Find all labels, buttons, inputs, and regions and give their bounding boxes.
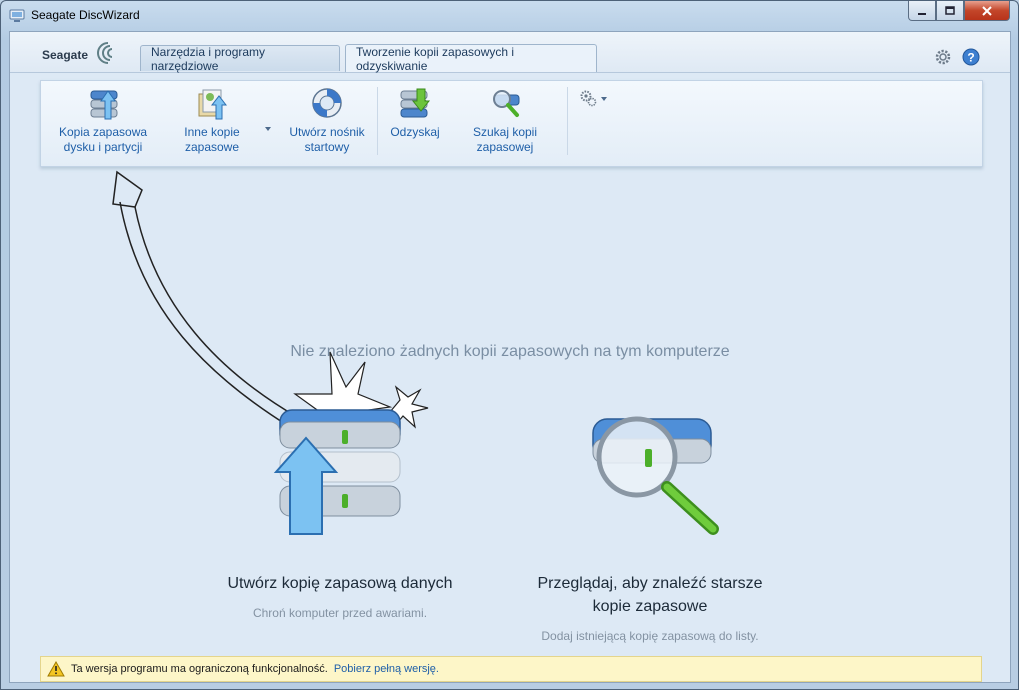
close-icon (982, 5, 992, 16)
license-warning-bar: Ta wersja programu ma ograniczoną funkcj… (40, 656, 982, 682)
client-area: Seagate Narzędzia i programy narzędziowe… (9, 31, 1011, 683)
backup-disk-button[interactable]: Kopia zapasowa dysku i partycji (55, 85, 151, 155)
recover-icon (400, 88, 431, 118)
warning-icon (47, 661, 65, 677)
minimize-icon (918, 12, 926, 15)
create-boot-media-button[interactable]: Utwórz nośnik startowy (284, 85, 370, 155)
no-backups-message: Nie znaleziono żadnych kopii zapasowych … (290, 343, 730, 360)
search-backup-icon (493, 90, 520, 117)
search-backup-label-2: zapasowej (476, 140, 534, 154)
other-backups-dropdown-arrow-icon[interactable] (265, 127, 271, 131)
gears-icon (580, 90, 597, 107)
logo-text: Seagate (42, 48, 89, 62)
settings-gear-icon[interactable] (934, 48, 952, 66)
browse-action-subtitle: Dodaj istniejącą kopię zapasową do listy… (541, 629, 759, 643)
app-icon (9, 9, 25, 22)
title-bar: Seagate DiscWizard (1, 1, 1018, 31)
tab-backup-recovery-label: Tworzenie kopii zapasowych i odzyskiwani… (356, 44, 515, 73)
tab-backup-recovery[interactable]: Tworzenie kopii zapasowych i odzyskiwani… (345, 44, 597, 73)
create-boot-media-label-1: Utwórz nośnik (289, 125, 365, 139)
ribbon-separator-2 (567, 87, 568, 155)
other-backups-label-2: zapasowe (184, 140, 240, 154)
svg-text:?: ? (967, 51, 974, 65)
seagate-logo-icon (97, 42, 113, 64)
backup-illustration[interactable] (270, 400, 410, 540)
ribbon-toolbar: Kopia zapasowa dysku i partycji Inne kop… (40, 80, 983, 167)
download-full-version-link[interactable]: Pobierz pełną wersję. (334, 663, 439, 675)
browse-action-title[interactable]: Przeglądaj, aby znaleźć starsze kopie za… (510, 572, 790, 618)
backup-disk-label-2: dysku i partycji (63, 140, 143, 154)
backup-disk-label-1: Kopia zapasowa (58, 125, 148, 139)
warning-text: Ta wersja programu ma ograniczoną funkcj… (71, 663, 328, 675)
header-bar: Seagate Narzędzia i programy narzędziowe… (10, 32, 1010, 73)
recover-label: Odzyskaj (390, 125, 440, 139)
other-backups-icon (198, 89, 228, 120)
browse-illustration[interactable] (585, 407, 725, 537)
maximize-button[interactable] (936, 1, 964, 21)
ribbon-separator (377, 87, 378, 155)
window-title: Seagate DiscWizard (31, 8, 140, 22)
create-boot-media-label-2: startowy (304, 140, 350, 154)
browse-title-line1: Przeglądaj, aby znaleźć starsze (537, 575, 763, 592)
app-window: Seagate DiscWizard Seagate Narzędzia i p… (0, 0, 1019, 690)
other-backups-label-1: Inne kopie (184, 125, 240, 139)
tab-tools[interactable]: Narzędzia i programy narzędziowe (140, 44, 340, 73)
backup-action-subtitle: Chroń komputer przed awariami. (252, 606, 428, 620)
recover-button[interactable]: Odzyskaj (387, 85, 443, 140)
tab-tools-label: Narzędzia i programy narzędziowe (151, 44, 266, 73)
backup-drives-icon (273, 409, 401, 535)
tools-menu-button[interactable] (579, 89, 611, 107)
seagate-logo: Seagate (42, 40, 122, 66)
other-backups-button[interactable]: Inne kopie zapasowe (177, 85, 247, 155)
disk-backup-icon (90, 90, 118, 120)
search-backup-button[interactable]: Szukaj kopii zapasowej (464, 85, 546, 155)
lifebuoy-icon (312, 88, 342, 118)
minimize-button[interactable] (908, 1, 936, 21)
maximize-icon (945, 5, 955, 15)
search-backup-label-1: Szukaj kopii (472, 125, 538, 139)
magnifier-drive-icon (592, 416, 719, 535)
backup-action-title[interactable]: Utwórz kopię zapasową danych (200, 572, 480, 595)
tools-dropdown-arrow-icon (601, 97, 607, 101)
browse-title-line2: kopie zapasowe (592, 598, 708, 615)
close-button[interactable] (964, 1, 1010, 21)
help-icon[interactable]: ? (962, 48, 980, 66)
